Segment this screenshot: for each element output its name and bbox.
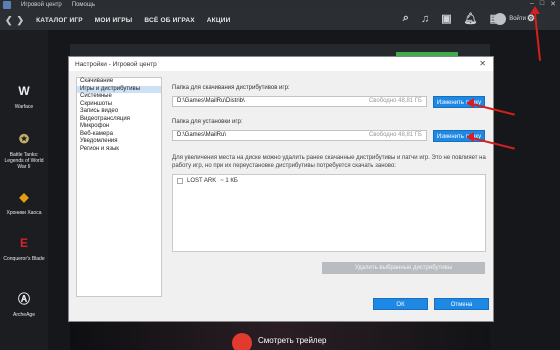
- sidebar-game-chaos-chronicles[interactable]: ◆ Хроники Хаоса: [0, 186, 48, 216]
- game-label: ArcheAge: [13, 312, 35, 318]
- top-navigation: ❮ ❯ КАТАЛОГ ИГР МОИ ИГРЫ ВСЁ ОБ ИГРАХ АК…: [0, 10, 560, 30]
- annotation-arrowhead-download: [466, 98, 474, 108]
- settings-dialog: Настройки - Игровой центр ✕ Скачивание И…: [68, 56, 494, 322]
- game-label: Battle Tanks: Legends of World War II: [4, 152, 44, 170]
- close-icon[interactable]: ✕: [479, 59, 486, 68]
- delete-selected-button[interactable]: Удалить выбранные дистрибутивы: [322, 262, 485, 274]
- distributive-name: LOST ARK: [187, 178, 217, 184]
- download-folder-path: D:\Games\MailRu\Distrib\: [177, 98, 245, 104]
- category-download[interactable]: Скачивание: [77, 78, 161, 86]
- notifications-icon[interactable]: 🔔︎: [464, 12, 478, 25]
- nav-item-my-games[interactable]: МОИ ИГРЫ: [89, 17, 139, 24]
- music-icon[interactable]: ♫: [421, 13, 429, 25]
- category-webcam[interactable]: Веб-камера: [77, 131, 161, 139]
- game-label: Conqueror's Blade: [3, 256, 45, 262]
- download-free-space: Свободно 48,81 ГБ: [368, 98, 422, 104]
- category-system[interactable]: Системные: [77, 93, 161, 101]
- play-trailer-icon[interactable]: [232, 333, 252, 350]
- archeage-icon: Ⓐ: [17, 292, 30, 306]
- sidebar-game-battle-tanks[interactable]: ✪ Battle Tanks: Legends of World War II: [0, 128, 48, 170]
- nav-item-about-games[interactable]: ВСЁ ОБ ИГРАХ: [138, 17, 200, 24]
- trailer-link[interactable]: Смотреть трейлер: [258, 336, 327, 345]
- dialog-title: Настройки - Игровой центр: [75, 60, 157, 68]
- category-notifications[interactable]: Уведомления: [77, 138, 161, 146]
- category-video-record[interactable]: Запись видео: [77, 108, 161, 116]
- chaos-chronicles-icon: ◆: [19, 190, 29, 204]
- login-label: Войти: [509, 16, 526, 22]
- search-icon[interactable]: ⌕: [403, 12, 409, 25]
- app-logo-icon: [3, 1, 11, 9]
- nav-item-catalog[interactable]: КАТАЛОГ ИГР: [30, 17, 89, 24]
- gallery-icon[interactable]: ▣: [441, 12, 451, 25]
- category-microphone[interactable]: Микрофон: [77, 123, 161, 131]
- sidebar-game-archeage[interactable]: Ⓐ ArcheAge: [0, 288, 48, 318]
- settings-categories: Скачивание Игры и дистрибутивы Системные…: [76, 77, 162, 297]
- battle-tanks-icon: ✪: [18, 132, 30, 146]
- annotation-arrowhead-settings: [530, 6, 540, 14]
- cleanup-info-text: Для увеличения места на диске можно удал…: [172, 155, 486, 169]
- games-sidebar: W Warface ✪ Battle Tanks: Legends of Wor…: [0, 30, 48, 350]
- app-name: Игровой центр: [21, 2, 62, 8]
- install-folder-label: Папка для установки игр:: [172, 119, 243, 125]
- game-label: Warface: [14, 104, 34, 110]
- distributive-size: ~ 1 КБ: [220, 178, 238, 184]
- install-free-space: Свободно 48,81 ГБ: [368, 132, 422, 138]
- cancel-button[interactable]: Отмена: [434, 298, 489, 310]
- forward-arrow-icon[interactable]: ❯: [17, 15, 25, 26]
- back-arrow-icon[interactable]: ❮: [5, 15, 13, 26]
- category-streaming[interactable]: Видеотрансляция: [77, 116, 161, 124]
- warface-icon: W: [18, 84, 30, 98]
- sidebar-game-conquerors-blade[interactable]: E Conqueror's Blade: [0, 232, 48, 262]
- avatar: [494, 13, 507, 25]
- distributive-checkbox[interactable]: [177, 178, 183, 184]
- install-folder-field: D:\Games\MailRu\ Свободно 48,81 ГБ: [172, 130, 427, 141]
- download-folder-field: D:\Games\MailRu\Distrib\ Свободно 48,81 …: [172, 96, 427, 107]
- annotation-arrowhead-install: [466, 132, 474, 142]
- maximize-icon[interactable]: □: [540, 0, 544, 8]
- dialog-titlebar: Настройки - Игровой центр ✕: [69, 57, 493, 71]
- close-window-icon[interactable]: ✕: [550, 0, 556, 8]
- download-folder-label: Папка для скачивания дистрибутивов игр:: [172, 85, 290, 91]
- help-menu[interactable]: Помощь: [72, 2, 95, 8]
- nav-item-promotions[interactable]: АКЦИИ: [201, 17, 237, 24]
- sidebar-game-warface[interactable]: W Warface: [0, 80, 48, 110]
- category-games[interactable]: Игры и дистрибутивы: [77, 85, 161, 93]
- game-label: Хроники Хаоса: [6, 210, 42, 216]
- install-folder-path: D:\Games\MailRu\: [177, 132, 227, 138]
- distributives-list: LOST ARK ~ 1 КБ: [172, 174, 486, 252]
- list-item[interactable]: LOST ARK ~ 1 КБ: [173, 175, 485, 187]
- conquerors-blade-icon: E: [19, 236, 28, 250]
- ok-button[interactable]: ОК: [373, 298, 428, 310]
- category-region[interactable]: Регион и язык: [77, 146, 161, 154]
- category-screenshots[interactable]: Скриншоты: [77, 101, 161, 109]
- user-login[interactable]: Войти: [494, 13, 526, 25]
- window-titlebar: Игровой центр Помощь – □ ✕: [0, 0, 560, 10]
